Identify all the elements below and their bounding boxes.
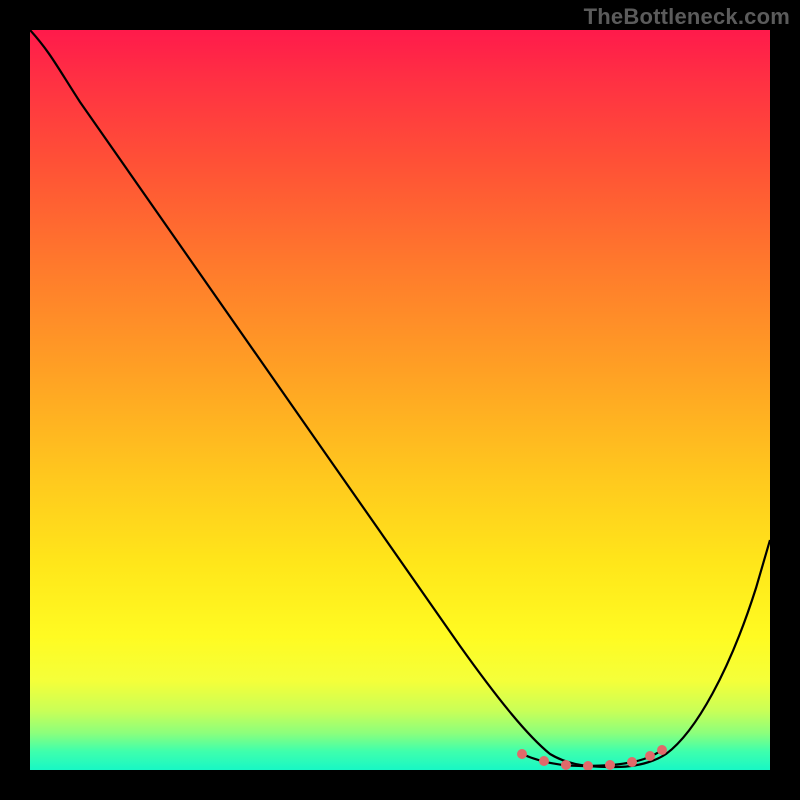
minimum-highlight-points [517, 745, 667, 770]
plot-area [30, 30, 770, 770]
bottleneck-curve-path [30, 30, 770, 767]
bottleneck-curve-svg [30, 30, 770, 770]
chart-frame: TheBottleneck.com [0, 0, 800, 800]
watermark-text: TheBottleneck.com [584, 4, 790, 30]
